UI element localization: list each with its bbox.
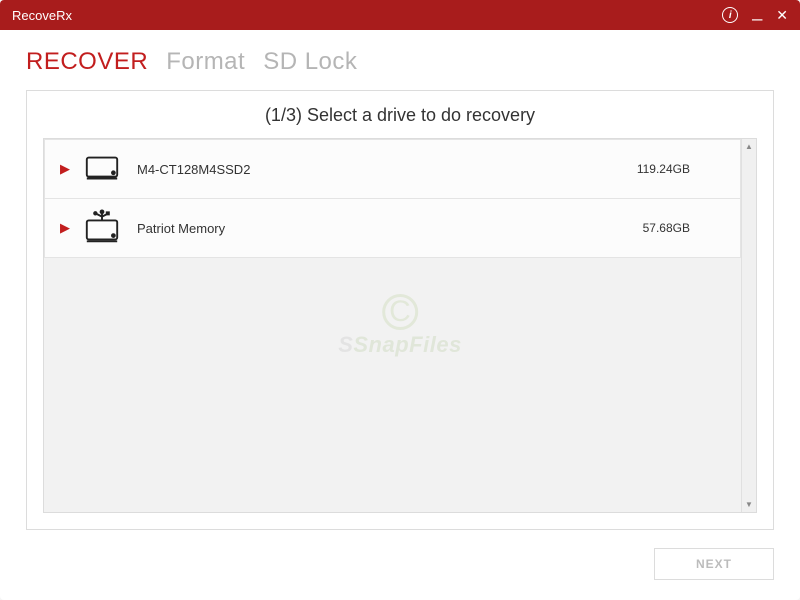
- close-icon[interactable]: ✕: [776, 7, 788, 24]
- drive-row[interactable]: ▶ M4-CT128M4SSD2 119.24GB: [44, 139, 741, 199]
- titlebar: RecoveRx i _ ✕: [0, 0, 800, 30]
- drive-size: 119.24GB: [637, 162, 720, 176]
- drive-name: M4-CT128M4SSD2: [137, 162, 637, 177]
- next-button[interactable]: NEXT: [654, 548, 774, 580]
- app-title: RecoveRx: [12, 8, 72, 23]
- step-title: (1/3) Select a drive to do recovery: [27, 91, 773, 138]
- expand-arrow-icon[interactable]: ▶: [55, 220, 75, 236]
- scroll-up-icon[interactable]: ▲: [742, 139, 756, 154]
- drive-list-wrapper: ▶ M4-CT128M4SSD2 119.24GB ▶: [43, 138, 757, 513]
- tab-recover[interactable]: RECOVER: [26, 48, 148, 76]
- drive-name: Patriot Memory: [137, 221, 643, 236]
- usb-drive-icon: [81, 207, 123, 249]
- titlebar-controls: i _ ✕: [722, 2, 788, 28]
- drive-list: ▶ M4-CT128M4SSD2 119.24GB ▶: [44, 139, 741, 512]
- tab-sdlock[interactable]: SD Lock: [263, 48, 357, 76]
- main-tabs: RECOVER Format SD Lock: [0, 30, 800, 80]
- ssd-drive-icon: [81, 148, 123, 190]
- tab-format[interactable]: Format: [166, 48, 245, 76]
- content-panel: (1/3) Select a drive to do recovery ▶ M4…: [26, 90, 774, 530]
- drive-row[interactable]: ▶ Patri: [44, 198, 741, 258]
- drive-size: 57.68GB: [643, 221, 720, 235]
- scroll-down-icon[interactable]: ▼: [742, 497, 756, 512]
- scrollbar[interactable]: ▲ ▼: [741, 139, 756, 512]
- app-window: RecoveRx i _ ✕ RECOVER Format SD Lock (1…: [0, 0, 800, 600]
- minimize-icon[interactable]: _: [752, 2, 762, 28]
- expand-arrow-icon[interactable]: ▶: [55, 161, 75, 177]
- info-icon[interactable]: i: [722, 7, 738, 23]
